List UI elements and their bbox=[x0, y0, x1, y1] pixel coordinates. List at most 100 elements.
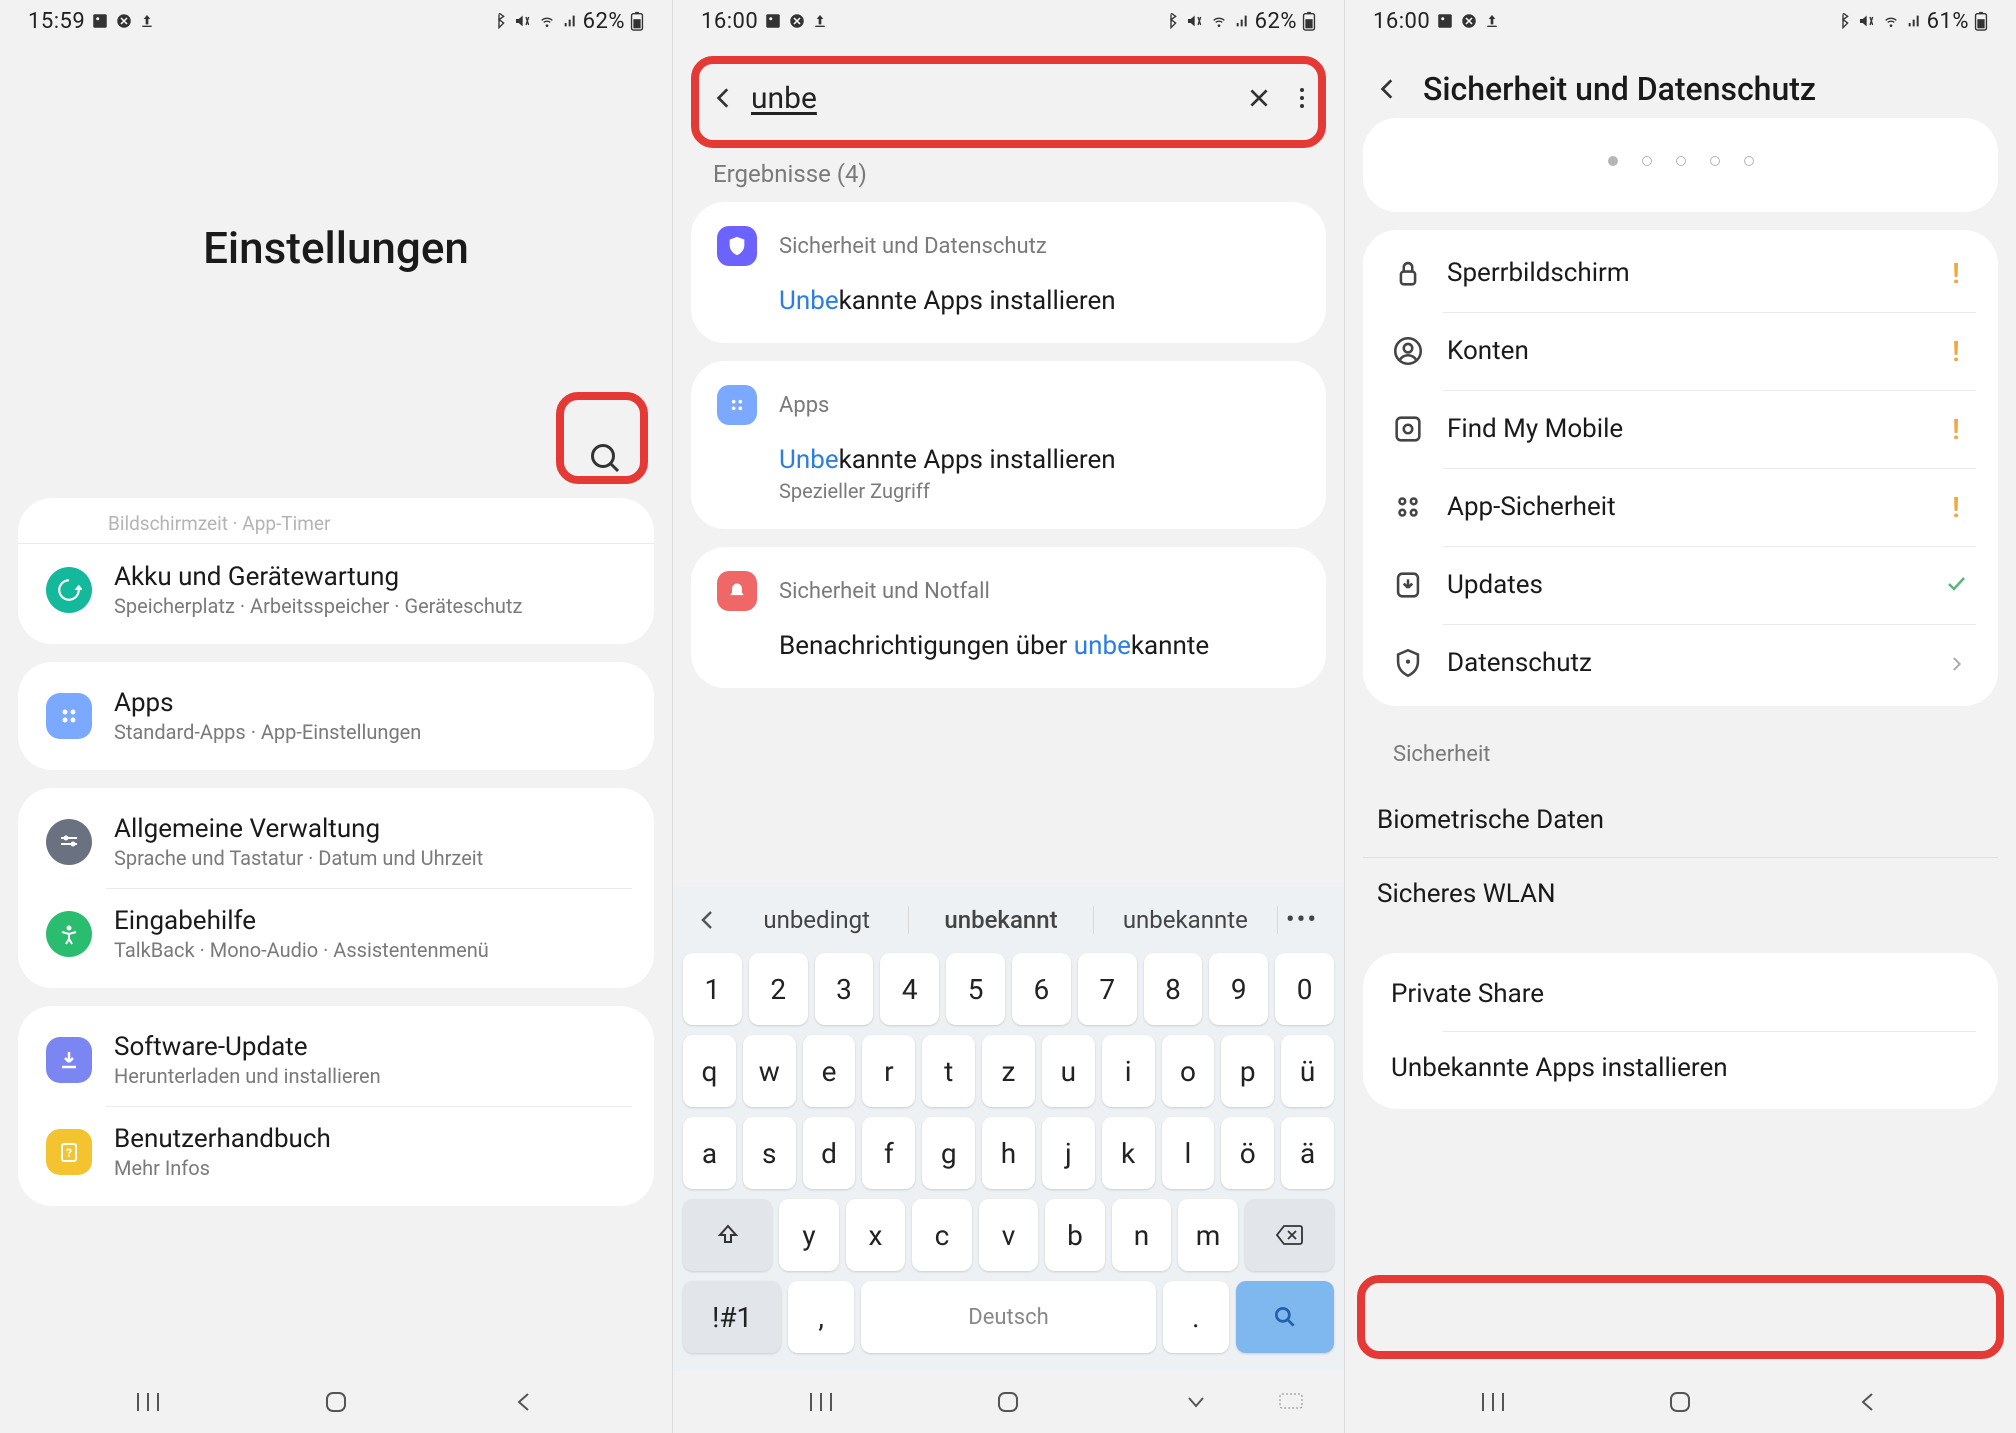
key-6[interactable]: 6 bbox=[1012, 953, 1071, 1025]
key-y[interactable]: y bbox=[779, 1199, 839, 1271]
nav-keyboard-switch[interactable] bbox=[1266, 1387, 1316, 1417]
key-f[interactable]: f bbox=[862, 1117, 915, 1189]
key-t[interactable]: t bbox=[922, 1035, 975, 1107]
result-item[interactable]: Unbekannte Apps installieren Spezieller … bbox=[717, 443, 1300, 505]
key-x[interactable]: x bbox=[846, 1199, 906, 1271]
key-w[interactable]: w bbox=[743, 1035, 796, 1107]
key-ö[interactable]: ö bbox=[1221, 1117, 1274, 1189]
key-0[interactable]: 0 bbox=[1275, 953, 1334, 1025]
result-item[interactable]: Unbekannte Apps installieren bbox=[717, 284, 1300, 319]
key-9[interactable]: 9 bbox=[1209, 953, 1268, 1025]
back-icon[interactable] bbox=[1375, 76, 1401, 102]
key-k[interactable]: k bbox=[1102, 1117, 1155, 1189]
back-icon[interactable] bbox=[711, 85, 737, 111]
key-z[interactable]: z bbox=[982, 1035, 1035, 1107]
security-row[interactable]: Find My Mobile! bbox=[1363, 390, 1998, 468]
key-v[interactable]: v bbox=[979, 1199, 1039, 1271]
key-e[interactable]: e bbox=[803, 1035, 856, 1107]
nav-home[interactable] bbox=[1655, 1387, 1705, 1417]
key-ä[interactable]: ä bbox=[1281, 1117, 1334, 1189]
nav-recents[interactable] bbox=[1468, 1387, 1518, 1417]
backspace-key[interactable] bbox=[1245, 1199, 1334, 1271]
key-2[interactable]: 2 bbox=[749, 953, 808, 1025]
key-s[interactable]: s bbox=[743, 1117, 796, 1189]
key-7[interactable]: 7 bbox=[1078, 953, 1137, 1025]
key-u[interactable]: u bbox=[1042, 1035, 1095, 1107]
key-j[interactable]: j bbox=[1042, 1117, 1095, 1189]
kb-row-bottom: !#1 , Deutsch . bbox=[683, 1281, 1334, 1353]
key-g[interactable]: g bbox=[922, 1117, 975, 1189]
key-1[interactable]: 1 bbox=[683, 953, 742, 1025]
row-apps[interactable]: AppsStandard-Apps · App-Einstellungen bbox=[18, 670, 654, 762]
suggestion[interactable]: unbedingt bbox=[725, 906, 909, 934]
row-update[interactable]: Software-UpdateHerunterladen und install… bbox=[18, 1014, 654, 1106]
nav-home[interactable] bbox=[983, 1387, 1033, 1417]
result-group-apps: Apps Unbekannte Apps installieren Spezie… bbox=[691, 361, 1326, 529]
key-8[interactable]: 8 bbox=[1144, 953, 1203, 1025]
key-a[interactable]: a bbox=[683, 1117, 736, 1189]
search-bar: unbe bbox=[701, 62, 1316, 134]
status-bar: 16:00 62% bbox=[673, 0, 1344, 42]
nav-back[interactable] bbox=[499, 1387, 549, 1417]
period-key[interactable]: . bbox=[1163, 1281, 1229, 1353]
security-row[interactable]: Konten! bbox=[1363, 312, 1998, 390]
nav-home[interactable] bbox=[311, 1387, 361, 1417]
key-ü[interactable]: ü bbox=[1281, 1035, 1334, 1107]
nav-hide-keyboard[interactable] bbox=[1171, 1387, 1221, 1417]
symbols-key[interactable]: !#1 bbox=[683, 1281, 781, 1353]
key-5[interactable]: 5 bbox=[946, 953, 1005, 1025]
shift-key[interactable] bbox=[683, 1199, 772, 1271]
security-row[interactable]: Biometrische Daten bbox=[1363, 783, 1998, 857]
sugg-back-icon[interactable] bbox=[691, 908, 725, 932]
result-item[interactable]: Benachrichtigungen über unbekannte bbox=[717, 629, 1300, 664]
security-row[interactable]: Sicheres WLAN bbox=[1363, 857, 1998, 931]
key-n[interactable]: n bbox=[1112, 1199, 1172, 1271]
suggestion[interactable]: unbekannte bbox=[1094, 906, 1278, 934]
callout-unknown-apps bbox=[1357, 1275, 2004, 1359]
row-allgemein[interactable]: Allgemeine VerwaltungSprache und Tastatu… bbox=[18, 796, 654, 888]
more-icon[interactable] bbox=[1298, 85, 1306, 111]
clear-icon[interactable] bbox=[1246, 85, 1272, 111]
security-row[interactable]: Unbekannte Apps installieren bbox=[1363, 1031, 1998, 1105]
signal-icon bbox=[1906, 13, 1922, 29]
suggestion[interactable]: unbekannt bbox=[909, 906, 1093, 934]
key-m[interactable]: m bbox=[1178, 1199, 1238, 1271]
battery-icon bbox=[1302, 11, 1316, 31]
key-l[interactable]: l bbox=[1162, 1117, 1215, 1189]
row-eingabehilfe[interactable]: EingabehilfeTalkBack · Mono-Audio · Assi… bbox=[18, 888, 654, 980]
space-key[interactable]: Deutsch bbox=[861, 1281, 1156, 1353]
comma-key[interactable]: , bbox=[788, 1281, 854, 1353]
key-q[interactable]: q bbox=[683, 1035, 736, 1107]
key-i[interactable]: i bbox=[1102, 1035, 1155, 1107]
kb-row-letters: qwertzuiopü bbox=[683, 1035, 1334, 1107]
key-p[interactable]: p bbox=[1221, 1035, 1274, 1107]
row-handbuch[interactable]: ? BenutzerhandbuchMehr Infos bbox=[18, 1106, 654, 1198]
security-row[interactable]: App-Sicherheit! bbox=[1363, 468, 1998, 546]
help-icon: ? bbox=[46, 1129, 92, 1175]
search-icon[interactable] bbox=[588, 441, 624, 477]
security-row[interactable]: Datenschutz bbox=[1363, 624, 1998, 702]
row-akku[interactable]: Akku und GerätewartungSpeicherplatz · Ar… bbox=[18, 544, 654, 636]
security-row[interactable]: Private Share bbox=[1363, 957, 1998, 1031]
security-row[interactable]: Updates bbox=[1363, 546, 1998, 624]
key-h[interactable]: h bbox=[982, 1117, 1035, 1189]
key-r[interactable]: r bbox=[862, 1035, 915, 1107]
security-row[interactable]: Sperrbildschirm! bbox=[1363, 234, 1998, 312]
key-d[interactable]: d bbox=[803, 1117, 856, 1189]
key-4[interactable]: 4 bbox=[880, 953, 939, 1025]
key-b[interactable]: b bbox=[1045, 1199, 1105, 1271]
key-3[interactable]: 3 bbox=[815, 953, 874, 1025]
page-header: Sicherheit und Datenschutz bbox=[1345, 42, 2016, 118]
nav-recents[interactable] bbox=[123, 1387, 173, 1417]
nav-recents[interactable] bbox=[796, 1387, 846, 1417]
enter-search-key[interactable] bbox=[1236, 1281, 1334, 1353]
battery-icon bbox=[630, 11, 644, 31]
chevron-right-icon bbox=[1942, 647, 1970, 680]
key-o[interactable]: o bbox=[1162, 1035, 1215, 1107]
nav-back[interactable] bbox=[1843, 1387, 1893, 1417]
reject-icon bbox=[1460, 12, 1478, 30]
more-suggestions[interactable]: ••• bbox=[1278, 905, 1326, 935]
search-input[interactable]: unbe bbox=[751, 81, 1232, 116]
peek-row[interactable]: Bildschirmzeit · App-Timer bbox=[18, 506, 654, 544]
key-c[interactable]: c bbox=[912, 1199, 972, 1271]
